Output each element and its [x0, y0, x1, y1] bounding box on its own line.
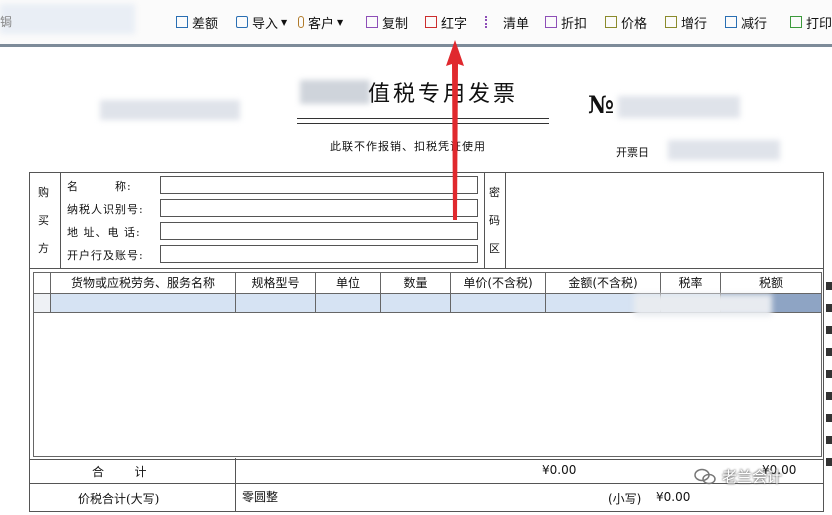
column-header[interactable]: 数量 — [381, 273, 451, 293]
blurred-region — [0, 4, 135, 34]
blurred-region — [300, 80, 370, 104]
sum-amount: ¥0.00 — [542, 463, 577, 477]
copy-label: 复制 — [382, 16, 409, 32]
blurred-region — [634, 294, 772, 316]
total-label: 价税合计(大写) — [78, 492, 160, 506]
buyer-side-char: 购 — [38, 186, 49, 199]
list-icon — [485, 16, 499, 28]
annotation-arrow-icon — [446, 40, 464, 220]
copy-icon — [366, 16, 378, 28]
price-label: 价格 — [621, 16, 648, 32]
invoice-number-label: № — [588, 90, 615, 119]
total-small-label: (小写) — [608, 492, 642, 506]
add-row-icon — [665, 16, 677, 28]
customer-label: 客户 — [308, 16, 335, 32]
import-icon — [236, 16, 248, 28]
buyer-address-label: 地 址、电 话: — [67, 226, 141, 239]
buyer-side-char: 方 — [38, 242, 49, 255]
toolbar-fragment: 锔 — [0, 15, 13, 29]
chevron-down-icon: ▼ — [281, 17, 288, 27]
print-label: 打印 — [806, 16, 832, 32]
watermark: 老兰会计 — [694, 466, 782, 487]
column-header[interactable]: 规格型号 — [236, 273, 316, 293]
buyer-name-input[interactable] — [160, 176, 478, 194]
list-button[interactable]: 清单 — [485, 12, 529, 32]
column-header[interactable]: 税率 — [661, 273, 721, 293]
buyer-side-char: 买 — [38, 214, 49, 227]
column-header[interactable]: 金额(不含税) — [546, 273, 661, 293]
row-selector-header — [34, 273, 51, 293]
buyer-name-label: 名 称: — [67, 180, 132, 193]
customer-button[interactable]: 客户 ▼ — [298, 12, 343, 32]
buyer-taxid-input[interactable] — [160, 199, 478, 217]
remove-row-button[interactable]: 减行 — [725, 12, 767, 32]
discount-label: 折扣 — [561, 16, 588, 32]
blurred-region — [668, 140, 780, 160]
total-small-value: ¥0.00 — [656, 490, 691, 504]
print-icon — [790, 16, 802, 28]
print-button[interactable]: 打印 — [790, 12, 832, 32]
blurred-region — [618, 96, 740, 118]
chevron-down-icon: ▼ — [337, 17, 344, 27]
difference-label: 差额 — [192, 16, 219, 32]
column-header[interactable]: 货物或应税劳务、服务名称 — [51, 273, 236, 293]
remove-row-icon — [725, 16, 737, 28]
buyer-taxid-label: 纳税人识别号: — [67, 203, 144, 216]
password-zone-char: 码 — [489, 214, 500, 227]
table-cell[interactable] — [316, 293, 381, 313]
discount-icon — [545, 16, 557, 28]
invoice-title: 值税专用发票 — [368, 82, 519, 107]
total-uppercase-value: 零圆整 — [242, 490, 279, 504]
sum-label: 合 计 — [92, 465, 147, 479]
total-row: 价税合计(大写) 零圆整 (小写) ¥0.00 — [29, 483, 824, 512]
import-button[interactable]: 导入 ▼ — [236, 12, 287, 32]
buyer-bank-label: 开户行及账号: — [67, 249, 144, 262]
column-header[interactable]: 单价(不含税) — [451, 273, 546, 293]
red-invoice-icon — [425, 16, 437, 28]
watermark-text: 老兰会计 — [722, 468, 783, 486]
buyer-bank-input[interactable] — [160, 245, 478, 263]
column-header[interactable]: 税额 — [721, 273, 821, 293]
discount-button[interactable]: 折扣 — [545, 12, 587, 32]
column-header[interactable]: 单位 — [316, 273, 381, 293]
price-icon — [605, 16, 617, 28]
add-row-label: 增行 — [681, 16, 708, 32]
title-underline — [297, 118, 549, 119]
remove-row-label: 减行 — [741, 16, 768, 32]
clipped-edge — [826, 268, 832, 468]
row-selector[interactable] — [34, 293, 51, 313]
wechat-icon — [694, 468, 716, 484]
password-zone-char: 区 — [489, 242, 500, 255]
list-label: 清单 — [503, 16, 530, 32]
import-label: 导入 — [252, 16, 279, 32]
table-cell[interactable] — [236, 293, 316, 313]
add-row-button[interactable]: 增行 — [665, 12, 707, 32]
blurred-region — [100, 100, 240, 120]
table-cell[interactable] — [451, 293, 546, 313]
password-zone-char: 密 — [489, 186, 500, 199]
copy-button[interactable]: 复制 — [366, 12, 408, 32]
price-button[interactable]: 价格 — [605, 12, 647, 32]
difference-icon — [176, 16, 188, 28]
invoice-date-label: 开票日 — [616, 146, 649, 159]
table-cell[interactable] — [51, 293, 236, 313]
title-underline — [297, 123, 549, 124]
customer-icon — [298, 16, 304, 28]
toolbar: 锔 差额 导入 ▼ 客户 ▼ 复制 红字 清单 折扣 价格 增行 减行 打印 — [0, 0, 832, 47]
buyer-address-input[interactable] — [160, 222, 478, 240]
difference-button[interactable]: 差额 — [176, 12, 218, 32]
table-cell[interactable] — [381, 293, 451, 313]
red-invoice-button[interactable]: 红字 — [425, 12, 467, 32]
red-invoice-label: 红字 — [441, 16, 468, 32]
